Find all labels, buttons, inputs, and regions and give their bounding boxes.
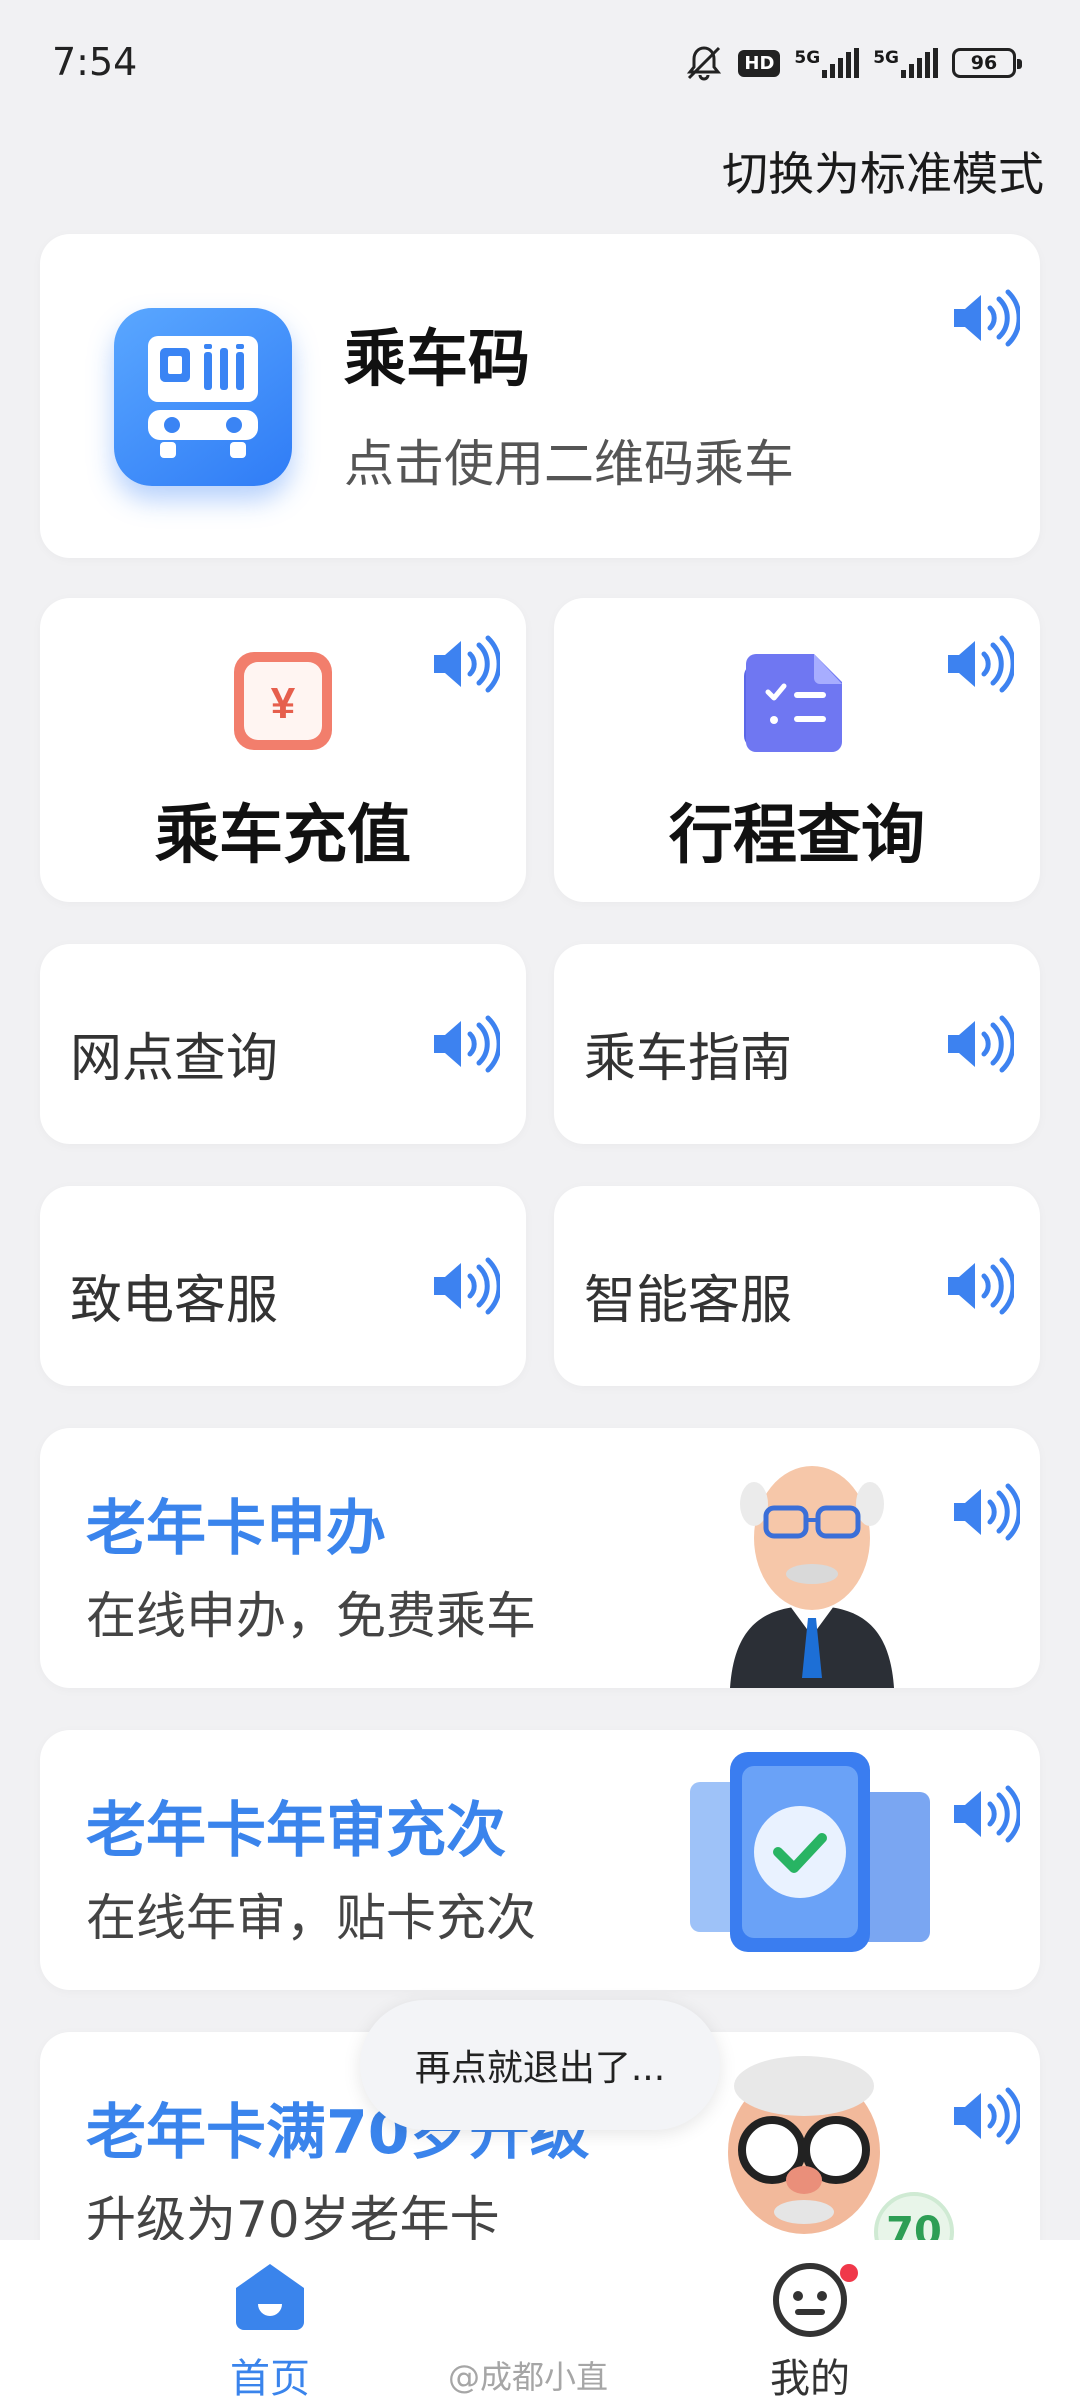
- recharge-label: 乘车充值: [155, 799, 411, 873]
- speaker-icon[interactable]: [944, 634, 1016, 694]
- speaker-icon[interactable]: [950, 1482, 1022, 1542]
- smart-service-label: 智能客服: [584, 1271, 793, 1331]
- watermark: @成都小直: [448, 2358, 609, 2396]
- bottom-nav: 首页 我的 @成都小直: [0, 2240, 1080, 2403]
- ride-code-subtitle: 点击使用二维码乘车: [344, 435, 794, 493]
- notification-dot: [840, 2264, 858, 2282]
- speaker-icon[interactable]: [950, 1784, 1022, 1844]
- trip-checklist-icon: [742, 646, 852, 756]
- speaker-icon[interactable]: [944, 1256, 1016, 1316]
- recharge-card[interactable]: ¥ 乘车充值: [40, 598, 526, 902]
- speaker-icon[interactable]: [430, 1014, 502, 1074]
- bell-muted-icon: [684, 44, 724, 82]
- outlet-query-card[interactable]: 网点查询: [40, 944, 526, 1144]
- speaker-icon[interactable]: [950, 2086, 1022, 2146]
- smart-service-card[interactable]: 智能客服: [554, 1186, 1040, 1386]
- nav-home-label: 首页: [230, 2356, 310, 2402]
- status-icons: HD 5G 5G 96: [684, 44, 1022, 82]
- nav-home[interactable]: 首页: [170, 2260, 370, 2403]
- status-bar: 7:54 HD 5G 5G 96: [0, 0, 1080, 130]
- home-icon: [236, 2264, 304, 2330]
- ride-guide-card[interactable]: 乘车指南: [554, 944, 1040, 1144]
- bus-qr-code-icon: [114, 308, 292, 486]
- speaker-icon[interactable]: [944, 1014, 1016, 1074]
- trip-query-label: 行程查询: [669, 799, 925, 873]
- senior-card-review-subtitle: 在线年审，贴卡充次: [86, 1889, 536, 1947]
- signal-icon: 5G: [794, 48, 860, 78]
- mode-switch-link[interactable]: 切换为标准模式: [722, 138, 1044, 204]
- senior-card-apply-subtitle: 在线申办，免费乘车: [86, 1587, 536, 1645]
- outlet-query-label: 网点查询: [70, 1029, 279, 1089]
- elderly-man-illustration: [712, 1446, 912, 1688]
- senior-card-apply-title: 老年卡申办: [86, 1494, 386, 1564]
- senior-card-apply-card[interactable]: 老年卡申办 在线申办，免费乘车: [40, 1428, 1040, 1688]
- speaker-icon[interactable]: [430, 1256, 502, 1316]
- trip-query-card[interactable]: 行程查询: [554, 598, 1040, 902]
- signal-icon-2: 5G: [873, 48, 938, 78]
- senior-card-review-card[interactable]: 老年卡年审充次 在线年审，贴卡充次: [40, 1730, 1040, 1990]
- status-time: 7:54: [52, 40, 138, 84]
- hd-voice-icon: HD: [738, 49, 781, 77]
- battery-icon: 96: [952, 48, 1022, 78]
- ride-code-card[interactable]: 乘车码 点击使用二维码乘车: [40, 234, 1040, 558]
- exit-toast: 再点就退出了...: [360, 2000, 720, 2130]
- nav-mine[interactable]: 我的: [710, 2260, 910, 2403]
- call-service-card[interactable]: 致电客服: [40, 1186, 526, 1386]
- svg-text:¥: ¥: [271, 679, 296, 728]
- smiley-face-icon: [773, 2263, 847, 2337]
- speaker-icon[interactable]: [430, 634, 502, 694]
- senior-card-review-title: 老年卡年审充次: [86, 1796, 506, 1866]
- nav-mine-label: 我的: [770, 2356, 850, 2402]
- speaker-icon[interactable]: [950, 288, 1022, 348]
- yuan-recharge-icon: ¥: [228, 646, 338, 756]
- ride-code-title: 乘车码: [344, 322, 531, 395]
- card-check-illustration: [690, 1752, 940, 1990]
- ride-guide-label: 乘车指南: [584, 1029, 793, 1089]
- call-service-label: 致电客服: [70, 1271, 279, 1331]
